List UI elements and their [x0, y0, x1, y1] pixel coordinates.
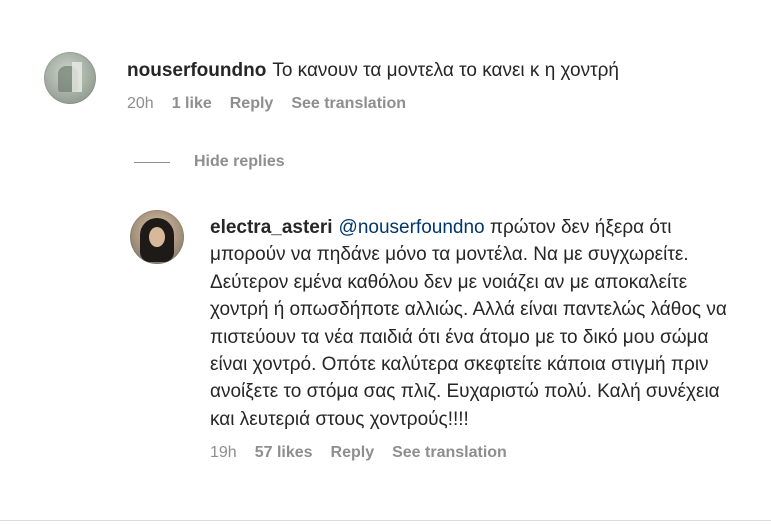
reply-likes[interactable]: 57 likes: [255, 444, 313, 462]
reply-button[interactable]: Reply: [230, 95, 274, 113]
reply-meta: 19h 57 likes Reply See translation: [210, 444, 746, 462]
reply-text: πρώτον δεν ήξερα ότι μπορούν να πηδάνε μ…: [210, 217, 727, 430]
hide-replies-button[interactable]: Hide replies: [134, 153, 285, 171]
hide-replies-line: [134, 161, 170, 163]
avatar-image-detail: [72, 62, 82, 92]
reply-time[interactable]: 19h: [210, 444, 237, 462]
comment-time[interactable]: 20h: [127, 95, 154, 113]
see-translation-button[interactable]: See translation: [291, 95, 406, 113]
avatar-image-face: [149, 227, 165, 247]
reply-comment: electra_asteri @nouserfoundno πρώτον δεν …: [130, 210, 746, 462]
comment-username[interactable]: nouserfoundno: [127, 60, 266, 81]
avatar[interactable]: [130, 210, 184, 264]
comment-meta: 20h 1 like Reply See translation: [127, 95, 619, 113]
reply-button[interactable]: Reply: [331, 444, 375, 462]
divider: [0, 520, 771, 521]
comment-text-line: nouserfoundno Το κανουν τα μοντελα το καν…: [127, 58, 619, 84]
reply-body: electra_asteri @nouserfoundno πρώτον δεν …: [210, 214, 746, 462]
comment-body: nouserfoundno Το κανουν τα μοντελα το καν…: [127, 58, 619, 113]
comment-text: Το κανουν τα μοντελα το κανει κ η χοντρή: [272, 60, 619, 81]
reply-username[interactable]: electra_asteri: [210, 217, 333, 238]
hide-replies-label: Hide replies: [194, 153, 285, 170]
comment-likes[interactable]: 1 like: [172, 95, 212, 113]
see-translation-button[interactable]: See translation: [392, 444, 507, 462]
avatar[interactable]: [44, 52, 96, 104]
reply-text-block: electra_asteri @nouserfoundno πρώτον δεν …: [210, 214, 746, 433]
reply-mention[interactable]: @nouserfoundno: [339, 217, 485, 238]
comment: nouserfoundno Το κανουν τα μοντελα το καν…: [44, 52, 619, 113]
